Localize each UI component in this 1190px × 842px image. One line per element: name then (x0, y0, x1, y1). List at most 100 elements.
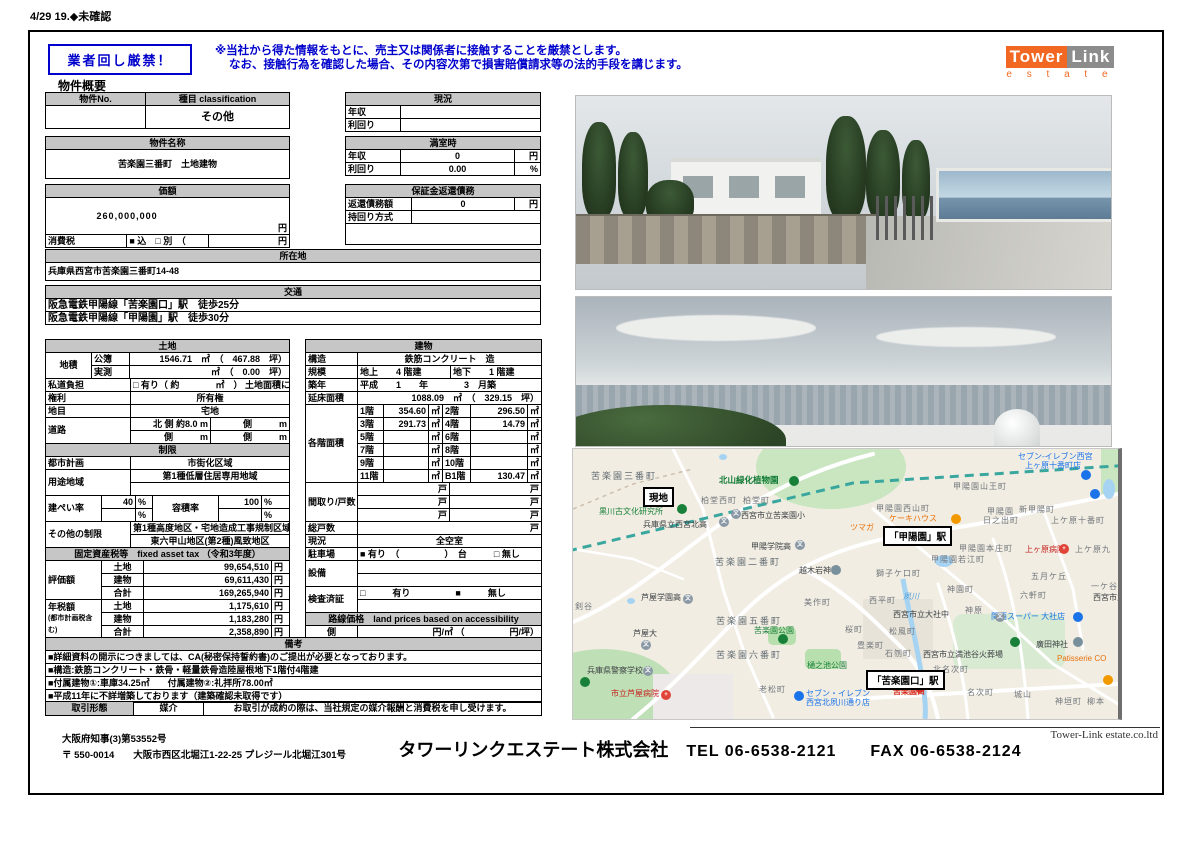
full-occupancy-table: 満室時 年収0円 利回り0.00% (345, 136, 541, 176)
fixed-asset-tax-header: 固定資産税等 fixed asset tax （令和3年度） (46, 548, 290, 561)
shrine-pin-icon (1073, 637, 1083, 647)
park-pin-icon (1010, 637, 1020, 647)
map-container[interactable]: 苦楽園三番町現地北山緑化植物園柏堂西町柏堂町黒川古文化研究所兵庫県立西宮北高西宮… (572, 448, 1122, 720)
school-pin-icon: 文 (643, 666, 653, 676)
coverage-v1: 40 (102, 496, 136, 509)
deposit-blank (346, 224, 541, 245)
scale-above: 地上 4 階建 (358, 366, 451, 379)
registered-label: 公簿 (92, 353, 130, 366)
school-pin-icon: 文 (795, 540, 805, 550)
store-pin-icon (1073, 612, 1083, 622)
building-status-label: 現況 (306, 535, 358, 548)
warning-text: ※当社から得た情報をもとに、売主又は関係者に接触することを厳禁とします。 なお、… (215, 44, 855, 72)
total-units-label: 総戸数 (306, 522, 358, 535)
land-category-label: 地目 (46, 405, 131, 418)
remarks-line: ■構造:鉄筋コンクリート・鉄骨・軽量鉄骨造陸屋根地下1階付4階建 (46, 664, 542, 677)
school-pin-icon: 文 (995, 612, 1005, 622)
scale-label: 規模 (306, 366, 358, 379)
refund-debt-unit: 円 (515, 198, 541, 211)
cloud (616, 315, 816, 341)
map-marker-label: 「甲陽園」駅 (883, 526, 952, 546)
warning-line-2: なお、接触行為を確認した場合、その内容次第で損害賠償請求等の法的手段を講じます。 (215, 58, 855, 72)
income-value (401, 106, 541, 119)
classification-label: 種目 classification (146, 93, 290, 106)
company-site: Tower-Link estate.co.ltd (860, 729, 1158, 741)
road-r2c2: 側 m (211, 431, 290, 444)
rights-value: 所有権 (131, 392, 290, 405)
land-category-value: 宅地 (131, 405, 290, 418)
property-no-table: 物件No. 種目 classification その他 (45, 92, 290, 129)
coverage-v2 (102, 509, 136, 522)
white-roof (756, 425, 1111, 446)
store-pin-icon (794, 691, 804, 701)
floor-ratio-u1: % (262, 496, 290, 509)
tax-value: ■ 込 □ 別 （ ） (127, 235, 208, 248)
price-value: 260,000,000 (46, 198, 209, 235)
current-status-header: 現況 (346, 93, 541, 106)
logo-link: Link (1067, 46, 1114, 68)
deposit-header: 保証金返還債務 (346, 185, 541, 198)
building-status-value: 全空室 (358, 535, 542, 548)
floor-ratio-u2: % (262, 509, 290, 522)
deal-type: 媒介 (134, 702, 204, 716)
registered-value: 1546.71 ㎡ （ 467.88 坪） (130, 353, 290, 366)
surveyed-label: 実測 (92, 366, 130, 379)
road-r2c1: 側 m (131, 431, 211, 444)
access-line-2: 阪急電鉄甲陽線「甲陽園」駅 徒歩30分 (46, 312, 541, 325)
yield-label: 利回り (346, 119, 401, 132)
park-pin-icon (778, 634, 788, 644)
annual-tax-label: 年税額(都市計画税含む) (46, 600, 102, 639)
tax-label: 消費税 (46, 235, 127, 248)
footer-divider (690, 727, 1160, 728)
deposit-table: 保証金返還債務 返還債務額0円 持回り方式 (345, 184, 541, 245)
license-number: 大阪府知事(3)第53552号 (62, 731, 167, 745)
current-status-table: 現況 年収 利回り (345, 92, 541, 132)
built-label: 築年 (306, 379, 358, 392)
full-yield-label: 利回り (346, 163, 401, 176)
each-floor-label: 各階面積 (306, 405, 358, 483)
land-header: 土地 (46, 340, 290, 353)
full-income-value: 0 (401, 150, 515, 163)
towerlink-logo: TowerLink e s t a t e (995, 46, 1125, 80)
total-floor-area-value: 1088.09 ㎡ （ 329.15 坪） (358, 392, 542, 405)
school-pin-icon: 文 (731, 509, 741, 519)
remarks-line: ■詳細資料の開示につきましては、CA(秘密保持誓約書)のご提出が必要となっており… (46, 651, 542, 664)
tax-unit: 円 (208, 235, 289, 248)
photo-street-view (575, 95, 1112, 290)
inspection-blank (358, 600, 542, 613)
deposit-method-value (412, 211, 541, 224)
floor-ratio-v2 (219, 509, 262, 522)
road-price-header: 路線価格 land prices based on accessibility (306, 613, 542, 626)
property-name-label: 物件名称 (46, 137, 290, 150)
equipment-value-2 (358, 574, 542, 587)
tree (826, 116, 866, 220)
inspection-label: 検査済証 (306, 587, 358, 613)
mural-wall (936, 168, 1112, 222)
built-value: 平成 1 年 3 月築 (358, 379, 542, 392)
access-table: 交通 阪急電鉄甲陽線「苦楽園口」駅 徒歩25分 阪急電鉄甲陽線「甲陽園」駅 徒歩… (45, 285, 541, 325)
road-r1c1: 北 側 約8.0 m (131, 418, 211, 431)
income-label: 年収 (346, 106, 401, 119)
warning-line-1: ※当社から得た情報をもとに、売主又は関係者に接触することを厳禁とします。 (215, 44, 855, 58)
floor-ratio-label: 容積率 (153, 496, 219, 522)
deal-note: お取引が成約の際は、当社規定の媒介報酬と消費税を申し受けます。 (204, 702, 542, 716)
gate (876, 196, 936, 240)
coverage-u1: % (136, 496, 153, 509)
remarks-line: ■付属建物①:車庫34.25㎡ 付属建物②:礼拝所78.00㎡ (46, 677, 542, 690)
city-planning-value: 市街化区域 (131, 457, 290, 470)
total-floor-area-label: 延床面積 (306, 392, 358, 405)
park-pin-icon (789, 476, 799, 486)
address-header: 所在地 (46, 250, 541, 263)
restriction-header: 制限 (46, 444, 290, 457)
map-marker-label: 現地 (643, 487, 674, 507)
equipment-label: 設備 (306, 561, 358, 587)
full-yield-value: 0.00 (401, 163, 515, 176)
equipment-value-1 (358, 561, 542, 574)
total-units-value: 戸 (358, 522, 542, 535)
deal-label: 取引形態 (46, 702, 134, 716)
stone-wall (576, 214, 876, 264)
floor-ratio-v1: 100 (219, 496, 262, 509)
refund-debt-value: 0 (412, 198, 515, 211)
store-pin-icon (1081, 470, 1091, 480)
coverage-ratio-label: 建ぺい率 (46, 496, 102, 522)
